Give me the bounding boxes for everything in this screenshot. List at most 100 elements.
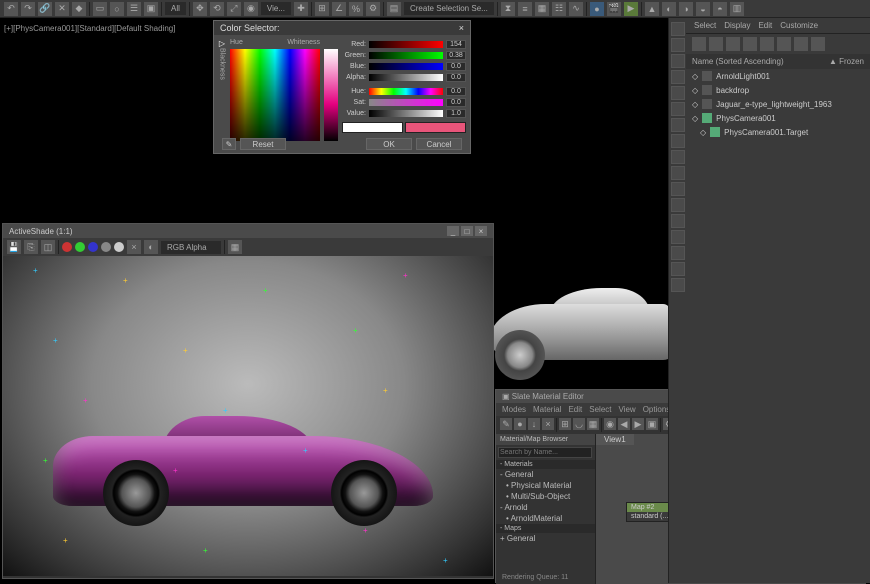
list-item[interactable]: ◇Jaguar_e-type_lightweight_1963 (686, 97, 870, 111)
filter-dropdown[interactable]: All (165, 2, 186, 15)
material-item[interactable]: • ArnoldMaterial (496, 513, 595, 524)
menu-select[interactable]: Select (589, 405, 611, 414)
alpha-slider[interactable] (369, 74, 443, 81)
close-icon[interactable]: × (475, 226, 487, 236)
clone-icon[interactable]: ◫ (41, 240, 55, 254)
undo-icon[interactable]: ↶ (4, 2, 18, 16)
maps-section[interactable]: - Maps (496, 524, 595, 533)
green-slider[interactable] (369, 52, 443, 59)
rotate-icon[interactable]: ⟲ (210, 2, 224, 16)
materials-section[interactable]: - Materials (496, 460, 595, 469)
strip-icon[interactable] (671, 134, 685, 148)
view-tab[interactable]: View1 (596, 434, 634, 445)
percent-snap-icon[interactable]: % (349, 2, 363, 16)
alpha-value[interactable]: 0.0 (446, 73, 466, 82)
snap-icon[interactable]: ⊞ (315, 2, 329, 16)
maps-general[interactable]: + General (496, 533, 595, 544)
pick-icon[interactable]: ✎ (500, 418, 512, 430)
explorer-tool-icon[interactable] (811, 37, 825, 51)
lasso-icon[interactable]: ○ (110, 2, 124, 16)
maximize-icon[interactable]: □ (461, 226, 473, 236)
bind-icon[interactable]: ◆ (72, 2, 86, 16)
frozen-header[interactable]: ▲ Frozen (829, 57, 864, 66)
named-sel-icon[interactable]: ▤ (387, 2, 401, 16)
fwd-icon[interactable]: ▶ (632, 418, 644, 430)
blue-channel-icon[interactable] (88, 242, 98, 252)
arnold-category[interactable]: - Arnold (496, 502, 595, 513)
show-icon[interactable]: ▣ (646, 418, 658, 430)
link-icon[interactable]: 🔗 (38, 2, 52, 16)
curve-editor-icon[interactable]: ∿ (569, 2, 583, 16)
tool-b-icon[interactable]: ◑ (679, 2, 693, 16)
strip-icon[interactable] (671, 22, 685, 36)
list-item[interactable]: ◇PhysCamera001.Target (686, 125, 870, 139)
tab-select[interactable]: Select (694, 21, 716, 30)
strip-icon[interactable] (671, 278, 685, 292)
spinner-snap-icon[interactable]: ⚙ (366, 2, 380, 16)
render-view[interactable]: + + + + + + + + + + + + + + + + + (3, 256, 493, 576)
refcoord-dropdown[interactable]: Vie... (261, 2, 291, 15)
strip-icon[interactable] (671, 102, 685, 116)
toggle-icon[interactable]: ◐ (144, 240, 158, 254)
strip-icon[interactable] (671, 118, 685, 132)
color-dialog-title[interactable]: Color Selector: × (214, 21, 470, 35)
channel-dropdown[interactable]: RGB Alpha (161, 241, 221, 254)
alpha-channel-icon[interactable] (101, 242, 111, 252)
blue-slider[interactable] (369, 63, 443, 70)
viewport-label[interactable]: [+][PhysCamera001][Standard][Default Sha… (4, 24, 175, 33)
menu-modes[interactable]: Modes (502, 405, 526, 414)
sort-header[interactable]: Name (Sorted Ascending) (692, 57, 784, 66)
menu-options[interactable]: Options (643, 405, 671, 414)
move-icon[interactable]: ✥ (193, 2, 207, 16)
hue-gradient[interactable] (230, 49, 320, 141)
explorer-tool-icon[interactable] (777, 37, 791, 51)
layer-icon[interactable]: ▦ (535, 2, 549, 16)
strip-icon[interactable] (671, 54, 685, 68)
select-icon[interactable]: ▭ (93, 2, 107, 16)
red-slider[interactable] (369, 41, 443, 48)
search-input[interactable] (498, 447, 592, 458)
value-value[interactable]: 1.0 (446, 109, 466, 118)
hue-slider[interactable] (369, 88, 443, 95)
material-item[interactable]: • Multi/Sub-Object (496, 491, 595, 502)
explorer-tool-icon[interactable] (726, 37, 740, 51)
strip-icon[interactable] (671, 262, 685, 276)
move-children-icon[interactable]: ⊞ (559, 418, 571, 430)
perspective-viewport[interactable] (470, 240, 670, 390)
arnold-icon[interactable]: ▲ (645, 2, 659, 16)
explorer-tool-icon[interactable] (692, 37, 706, 51)
strip-icon[interactable] (671, 246, 685, 260)
angle-snap-icon[interactable]: ∠ (332, 2, 346, 16)
overlay-icon[interactable]: ▦ (228, 240, 242, 254)
general-category[interactable]: - General (496, 469, 595, 480)
eyedropper-button[interactable]: ✎ (222, 138, 236, 150)
save-icon[interactable]: 💾 (7, 240, 21, 254)
material-editor-icon[interactable]: ● (590, 2, 604, 16)
strip-icon[interactable] (671, 86, 685, 100)
list-item[interactable]: ◇ArnoldLight001 (686, 69, 870, 83)
old-swatch[interactable] (342, 122, 403, 133)
align-icon[interactable]: ≡ (518, 2, 532, 16)
tool-d-icon[interactable]: ◓ (713, 2, 727, 16)
green-value[interactable]: 0.38 (446, 51, 466, 60)
list-item[interactable]: ◇backdrop (686, 83, 870, 97)
cancel-button[interactable]: Cancel (416, 138, 462, 150)
tool-e-icon[interactable]: ▥ (730, 2, 744, 16)
mono-channel-icon[interactable] (114, 242, 124, 252)
named-selection-dropdown[interactable]: Create Selection Se... (404, 2, 494, 15)
strip-icon[interactable] (671, 182, 685, 196)
redo-icon[interactable]: ↷ (21, 2, 35, 16)
strip-icon[interactable] (671, 150, 685, 164)
sat-value[interactable]: 0.0 (446, 98, 466, 107)
render-frame-icon[interactable]: ▶ (624, 2, 638, 16)
strip-icon[interactable] (671, 198, 685, 212)
pivot-icon[interactable]: ✚ (294, 2, 308, 16)
strip-icon[interactable] (671, 70, 685, 84)
unlink-icon[interactable]: ✕ (55, 2, 69, 16)
tab-display[interactable]: Display (724, 21, 750, 30)
copy-icon[interactable]: ⎘ (24, 240, 38, 254)
assign-icon[interactable]: ↓ (528, 418, 540, 430)
render-setup-icon[interactable]: 🎬 (607, 2, 621, 16)
hide-icon[interactable]: ◡ (573, 418, 585, 430)
strip-icon[interactable] (671, 166, 685, 180)
